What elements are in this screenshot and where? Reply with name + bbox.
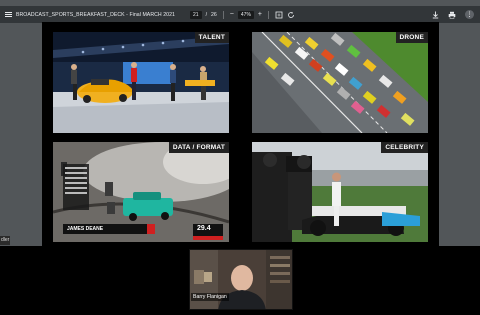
document-title: BROADCAST_SPORTS_BREAKFAST_DECK - Final … — [16, 11, 176, 18]
tile-drone: DRONE — [252, 32, 428, 133]
toolbar-actions: ⋮ — [432, 6, 474, 23]
rotate-icon[interactable] — [287, 11, 295, 19]
menu-button[interactable] — [0, 12, 16, 17]
tile-celebrity: CELEBRITY — [252, 142, 428, 242]
download-icon[interactable] — [432, 11, 439, 19]
more-options-icon[interactable]: ⋮ — [465, 10, 474, 19]
zoom-out-button[interactable]: − — [230, 11, 234, 18]
print-icon[interactable] — [448, 11, 456, 19]
tile-celebrity-label: CELEBRITY — [381, 142, 428, 153]
zoom-value: 47% — [240, 11, 251, 18]
participant-tag: dler — [0, 236, 10, 245]
pdf-viewer: BROADCAST_SPORTS_BREAKFAST_DECK - Final … — [0, 0, 480, 246]
talent-photo — [53, 32, 229, 133]
page-controls: 21 / 26 − 47% + — [190, 6, 295, 23]
fit-page-icon[interactable] — [275, 11, 283, 19]
pdf-toolbar: BROADCAST_SPORTS_BREAKFAST_DECK - Final … — [0, 6, 480, 23]
tile-talent: TALENT — [53, 32, 229, 133]
tile-talent-label: TALENT — [194, 32, 229, 43]
participant-video[interactable]: Barry Flanigan — [189, 249, 293, 310]
page-number-input[interactable]: 21 — [190, 10, 202, 19]
data-score: 29.4 — [197, 225, 211, 232]
participant-video-frame — [190, 250, 292, 309]
page-separator: / — [205, 11, 208, 18]
toolbar-divider — [268, 10, 269, 19]
celebrity-photo — [252, 142, 428, 242]
page-total: 26 — [211, 11, 217, 18]
page-current: 21 — [193, 11, 199, 18]
tile-data-format: JAMES DEANE 29.4 DATA / FORMAT — [53, 142, 229, 242]
slide-page: TALENT DRONE JAMES DEANE 29.4 DATA / FOR… — [42, 22, 439, 246]
zoom-level-input[interactable]: 47% — [237, 10, 254, 19]
tile-drone-label: DRONE — [395, 32, 428, 43]
zoom-in-button[interactable]: + — [258, 11, 262, 18]
toolbar-divider — [222, 10, 224, 19]
drone-photo — [252, 32, 428, 133]
data-driver-name: JAMES DEANE — [67, 226, 104, 232]
hamburger-icon — [4, 12, 12, 17]
participant-name: Barry Flanigan — [191, 293, 229, 301]
meeting-screen: BROADCAST_SPORTS_BREAKFAST_DECK - Final … — [0, 0, 480, 315]
tile-data-format-label: DATA / FORMAT — [168, 142, 229, 153]
